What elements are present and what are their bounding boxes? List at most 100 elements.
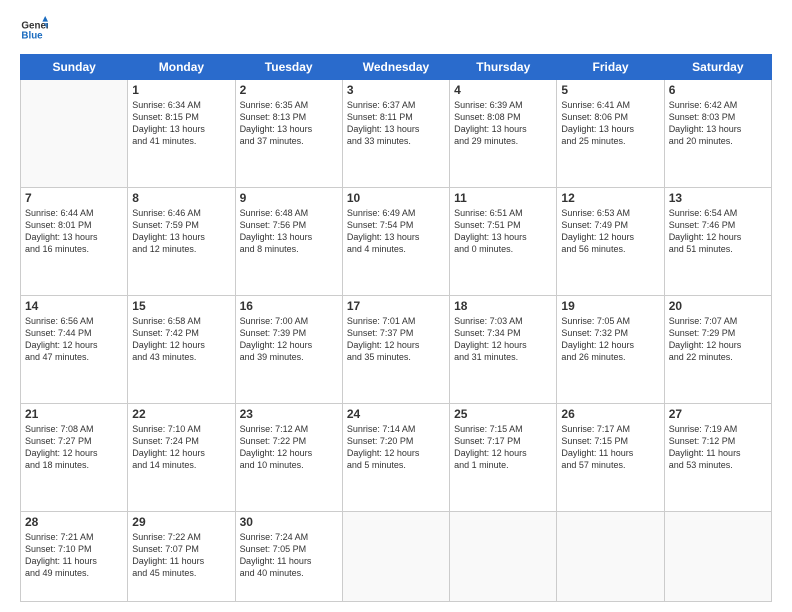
day-info: Sunrise: 7:03 AM Sunset: 7:34 PM Dayligh… bbox=[454, 315, 552, 364]
calendar-cell: 1Sunrise: 6:34 AM Sunset: 8:15 PM Daylig… bbox=[128, 80, 235, 188]
day-info: Sunrise: 7:12 AM Sunset: 7:22 PM Dayligh… bbox=[240, 423, 338, 472]
calendar-cell: 8Sunrise: 6:46 AM Sunset: 7:59 PM Daylig… bbox=[128, 188, 235, 296]
page-header: General Blue bbox=[20, 16, 772, 44]
calendar-cell: 19 Sunrise: 7:05 AM Sunset: 7:32 PM Dayli… bbox=[557, 296, 664, 404]
day-number: 5 bbox=[561, 83, 659, 97]
calendar-cell: 30 Sunrise: 7:24 AM Sunset: 7:05 PM Dayli… bbox=[235, 512, 342, 602]
calendar-cell: 25 Sunrise: 7:15 AM Sunset: 7:17 PM Dayli… bbox=[450, 404, 557, 512]
calendar-cell: 28 Sunrise: 7:21 AM Sunset: 7:10 PM Dayli… bbox=[21, 512, 128, 602]
day-number: 27 bbox=[669, 407, 767, 421]
day-info: Sunrise: 6:54 AM Sunset: 7:46 PM Dayligh… bbox=[669, 207, 767, 256]
day-number: 21 bbox=[25, 407, 123, 421]
logo-icon: General Blue bbox=[20, 16, 48, 44]
svg-text:Blue: Blue bbox=[21, 30, 43, 41]
day-info: Sunrise: 6:49 AM Sunset: 7:54 PM Dayligh… bbox=[347, 207, 445, 256]
day-number: 22 bbox=[132, 407, 230, 421]
calendar-cell: 4Sunrise: 6:39 AM Sunset: 8:08 PM Daylig… bbox=[450, 80, 557, 188]
calendar-cell: 27 Sunrise: 7:19 AM Sunset: 7:12 PM Dayli… bbox=[664, 404, 771, 512]
day-number: 28 bbox=[25, 515, 123, 529]
calendar-row: 28 Sunrise: 7:21 AM Sunset: 7:10 PM Dayli… bbox=[21, 512, 772, 602]
weekday-header: Thursday bbox=[450, 55, 557, 80]
calendar-cell: 15Sunrise: 6:58 AM Sunset: 7:42 PM Dayli… bbox=[128, 296, 235, 404]
day-number: 15 bbox=[132, 299, 230, 313]
day-number: 20 bbox=[669, 299, 767, 313]
day-number: 14 bbox=[25, 299, 123, 313]
weekday-header: Monday bbox=[128, 55, 235, 80]
calendar-cell: 9 Sunrise: 6:48 AM Sunset: 7:56 PM Daylig… bbox=[235, 188, 342, 296]
calendar-header: SundayMondayTuesdayWednesdayThursdayFrid… bbox=[21, 55, 772, 80]
day-info: Sunrise: 6:41 AM Sunset: 8:06 PM Dayligh… bbox=[561, 99, 659, 148]
header-row: SundayMondayTuesdayWednesdayThursdayFrid… bbox=[21, 55, 772, 80]
day-number: 7 bbox=[25, 191, 123, 205]
calendar-cell: 29 Sunrise: 7:22 AM Sunset: 7:07 PM Dayli… bbox=[128, 512, 235, 602]
day-info: Sunrise: 6:44 AM Sunset: 8:01 PM Dayligh… bbox=[25, 207, 123, 256]
day-info: Sunrise: 6:46 AM Sunset: 7:59 PM Dayligh… bbox=[132, 207, 230, 256]
weekday-header: Sunday bbox=[21, 55, 128, 80]
calendar-cell: 16 Sunrise: 7:00 AM Sunset: 7:39 PM Dayli… bbox=[235, 296, 342, 404]
day-info: Sunrise: 7:22 AM Sunset: 7:07 PM Dayligh… bbox=[132, 531, 230, 580]
calendar-cell: 14 Sunrise: 6:56 AM Sunset: 7:44 PM Dayli… bbox=[21, 296, 128, 404]
calendar-cell: 11 Sunrise: 6:51 AM Sunset: 7:51 PM Dayli… bbox=[450, 188, 557, 296]
day-info: Sunrise: 7:05 AM Sunset: 7:32 PM Dayligh… bbox=[561, 315, 659, 364]
calendar-cell: 5 Sunrise: 6:41 AM Sunset: 8:06 PM Daylig… bbox=[557, 80, 664, 188]
calendar-row: 7 Sunrise: 6:44 AM Sunset: 8:01 PM Daylig… bbox=[21, 188, 772, 296]
calendar-cell: 12 Sunrise: 6:53 AM Sunset: 7:49 PM Dayli… bbox=[557, 188, 664, 296]
calendar-cell: 6 Sunrise: 6:42 AM Sunset: 8:03 PM Daylig… bbox=[664, 80, 771, 188]
day-number: 4 bbox=[454, 83, 552, 97]
day-info: Sunrise: 6:51 AM Sunset: 7:51 PM Dayligh… bbox=[454, 207, 552, 256]
calendar-cell: 18 Sunrise: 7:03 AM Sunset: 7:34 PM Dayli… bbox=[450, 296, 557, 404]
calendar-row: 21 Sunrise: 7:08 AM Sunset: 7:27 PM Dayli… bbox=[21, 404, 772, 512]
day-info: Sunrise: 7:19 AM Sunset: 7:12 PM Dayligh… bbox=[669, 423, 767, 472]
day-info: Sunrise: 7:00 AM Sunset: 7:39 PM Dayligh… bbox=[240, 315, 338, 364]
day-info: Sunrise: 6:34 AM Sunset: 8:15 PM Dayligh… bbox=[132, 99, 230, 148]
day-number: 16 bbox=[240, 299, 338, 313]
calendar-cell: 23 Sunrise: 7:12 AM Sunset: 7:22 PM Dayli… bbox=[235, 404, 342, 512]
day-number: 17 bbox=[347, 299, 445, 313]
weekday-header: Tuesday bbox=[235, 55, 342, 80]
day-info: Sunrise: 7:24 AM Sunset: 7:05 PM Dayligh… bbox=[240, 531, 338, 580]
calendar-table: SundayMondayTuesdayWednesdayThursdayFrid… bbox=[20, 54, 772, 602]
day-info: Sunrise: 7:08 AM Sunset: 7:27 PM Dayligh… bbox=[25, 423, 123, 472]
calendar-cell: 13 Sunrise: 6:54 AM Sunset: 7:46 PM Dayli… bbox=[664, 188, 771, 296]
calendar-cell bbox=[450, 512, 557, 602]
day-number: 11 bbox=[454, 191, 552, 205]
day-number: 26 bbox=[561, 407, 659, 421]
calendar-cell: 3Sunrise: 6:37 AM Sunset: 8:11 PM Daylig… bbox=[342, 80, 449, 188]
calendar-cell: 17 Sunrise: 7:01 AM Sunset: 7:37 PM Dayli… bbox=[342, 296, 449, 404]
day-info: Sunrise: 6:48 AM Sunset: 7:56 PM Dayligh… bbox=[240, 207, 338, 256]
day-number: 10 bbox=[347, 191, 445, 205]
day-info: Sunrise: 7:10 AM Sunset: 7:24 PM Dayligh… bbox=[132, 423, 230, 472]
day-info: Sunrise: 7:14 AM Sunset: 7:20 PM Dayligh… bbox=[347, 423, 445, 472]
day-number: 6 bbox=[669, 83, 767, 97]
calendar-cell bbox=[342, 512, 449, 602]
day-number: 23 bbox=[240, 407, 338, 421]
day-info: Sunrise: 7:07 AM Sunset: 7:29 PM Dayligh… bbox=[669, 315, 767, 364]
calendar-cell: 26Sunrise: 7:17 AM Sunset: 7:15 PM Dayli… bbox=[557, 404, 664, 512]
day-number: 13 bbox=[669, 191, 767, 205]
day-number: 12 bbox=[561, 191, 659, 205]
calendar-cell: 20 Sunrise: 7:07 AM Sunset: 7:29 PM Dayli… bbox=[664, 296, 771, 404]
day-number: 25 bbox=[454, 407, 552, 421]
day-number: 3 bbox=[347, 83, 445, 97]
calendar-cell: 7 Sunrise: 6:44 AM Sunset: 8:01 PM Daylig… bbox=[21, 188, 128, 296]
calendar-cell bbox=[557, 512, 664, 602]
calendar-cell: 24 Sunrise: 7:14 AM Sunset: 7:20 PM Dayli… bbox=[342, 404, 449, 512]
day-number: 19 bbox=[561, 299, 659, 313]
logo: General Blue bbox=[20, 16, 52, 44]
day-number: 30 bbox=[240, 515, 338, 529]
day-info: Sunrise: 6:35 AM Sunset: 8:13 PM Dayligh… bbox=[240, 99, 338, 148]
day-info: Sunrise: 7:01 AM Sunset: 7:37 PM Dayligh… bbox=[347, 315, 445, 364]
day-info: Sunrise: 6:42 AM Sunset: 8:03 PM Dayligh… bbox=[669, 99, 767, 148]
day-number: 24 bbox=[347, 407, 445, 421]
calendar-cell bbox=[21, 80, 128, 188]
day-info: Sunrise: 6:56 AM Sunset: 7:44 PM Dayligh… bbox=[25, 315, 123, 364]
day-info: Sunrise: 6:53 AM Sunset: 7:49 PM Dayligh… bbox=[561, 207, 659, 256]
day-info: Sunrise: 7:15 AM Sunset: 7:17 PM Dayligh… bbox=[454, 423, 552, 472]
day-number: 9 bbox=[240, 191, 338, 205]
weekday-header: Wednesday bbox=[342, 55, 449, 80]
day-number: 18 bbox=[454, 299, 552, 313]
day-info: Sunrise: 7:21 AM Sunset: 7:10 PM Dayligh… bbox=[25, 531, 123, 580]
day-number: 2 bbox=[240, 83, 338, 97]
day-number: 29 bbox=[132, 515, 230, 529]
calendar-row: 1Sunrise: 6:34 AM Sunset: 8:15 PM Daylig… bbox=[21, 80, 772, 188]
